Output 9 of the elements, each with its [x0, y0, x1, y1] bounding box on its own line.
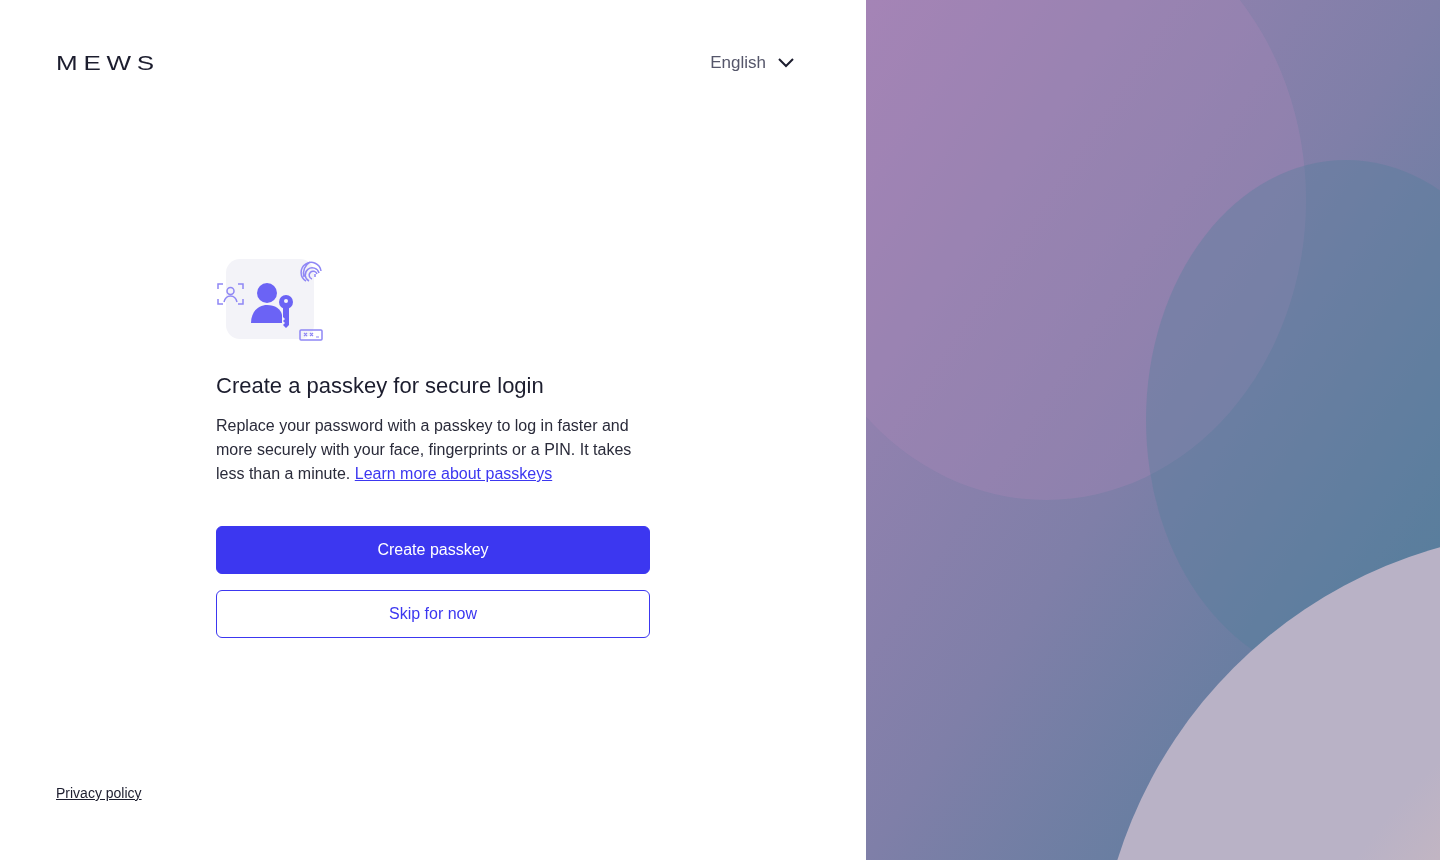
create-passkey-button[interactable]: Create passkey	[216, 526, 650, 574]
language-dropdown[interactable]: English	[710, 50, 794, 76]
page-title: Create a passkey for secure login	[216, 372, 545, 400]
skip-button[interactable]: Skip for now	[216, 590, 650, 638]
logo: MEWS	[56, 53, 160, 73]
description: Replace your password with a passkey to log in faster and more securely with your face, fingerprints or a PIN. It takes less than a minute. Learn more about passkeys	[216, 416, 633, 484]
chevron-down-icon	[778, 58, 794, 68]
learn-more-link[interactable]: Learn more about passkeys	[354, 465, 553, 482]
privacy-policy-link[interactable]: Privacy policy	[56, 783, 142, 804]
